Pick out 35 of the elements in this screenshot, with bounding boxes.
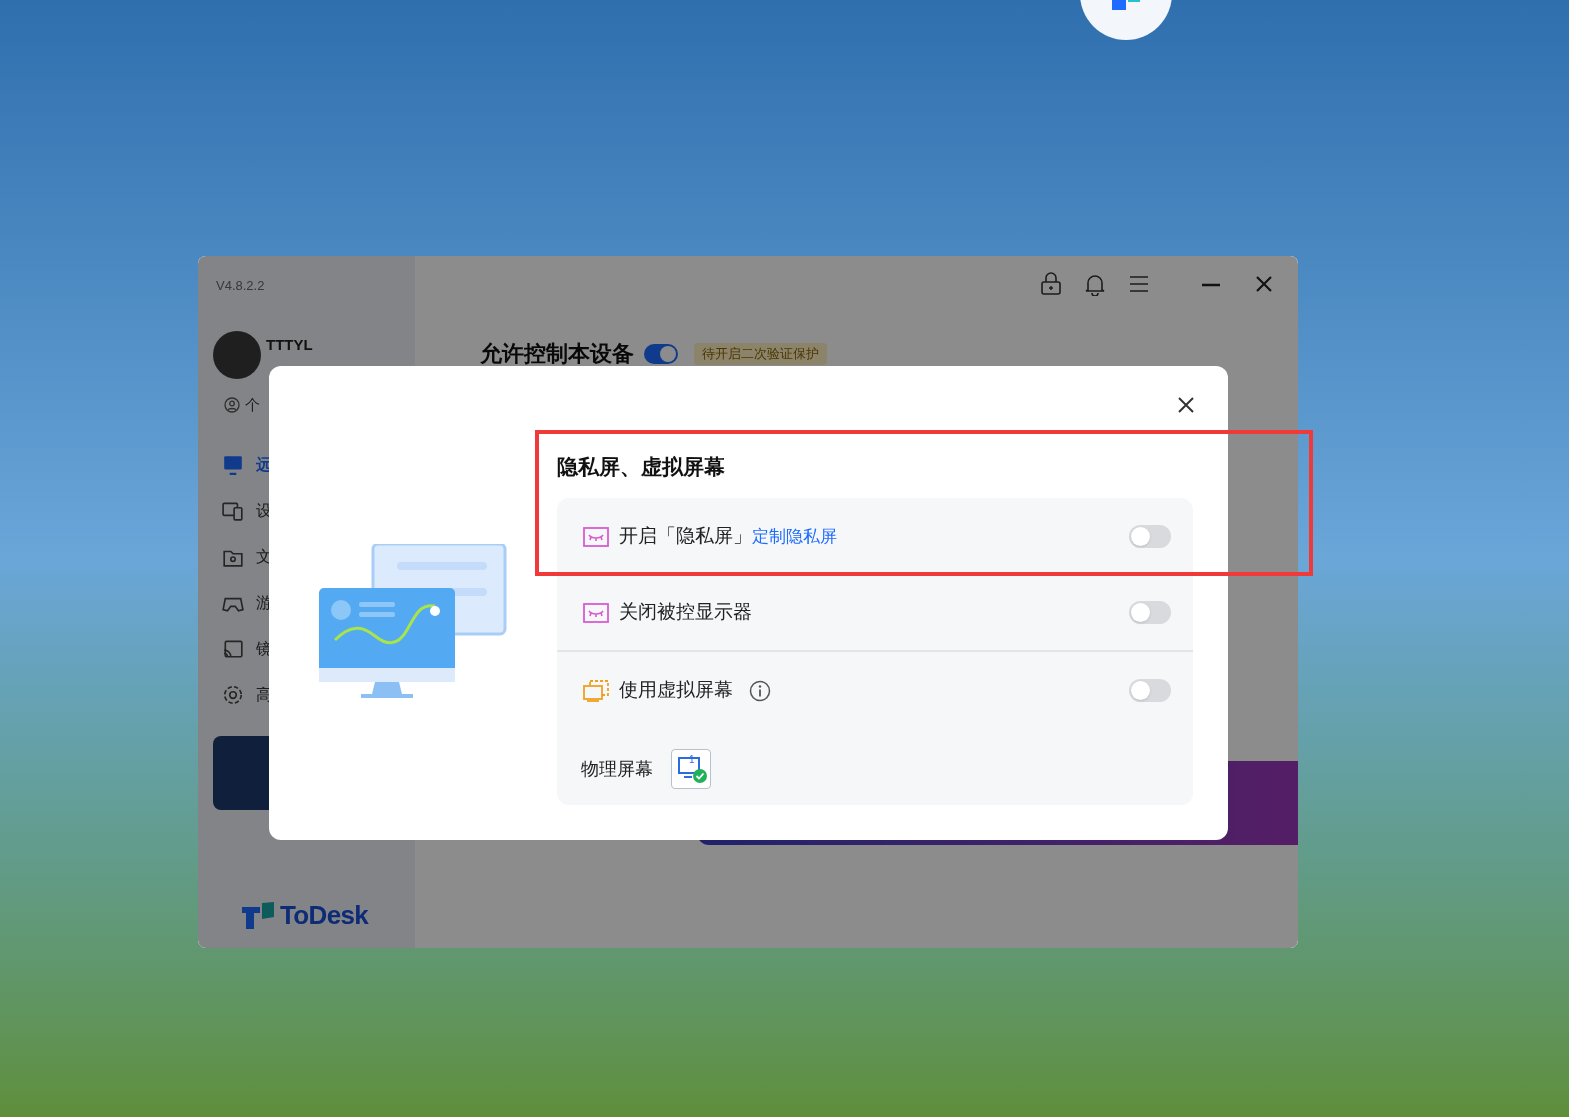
profile-icon <box>224 397 240 413</box>
toggle-switch[interactable] <box>1129 601 1171 624</box>
profile-link[interactable]: 个 <box>245 394 260 417</box>
customize-link[interactable]: 定制隐私屏 <box>752 523 837 550</box>
option-label: 使用虚拟屏幕 <box>619 678 733 703</box>
screen-number: 1 <box>689 755 695 765</box>
screen-option[interactable]: 1 <box>671 749 711 789</box>
dialog-title: 隐私屏、虚拟屏幕 <box>557 454 726 480</box>
bell-icon[interactable] <box>1084 272 1106 296</box>
avatar-photo <box>213 331 261 379</box>
monitor-icon <box>222 454 244 476</box>
version-label: V4.8.2.2 <box>216 277 265 295</box>
brand-name: ToDesk <box>280 899 369 932</box>
closed-eye-icon <box>583 602 609 623</box>
lock-icon[interactable] <box>1040 272 1062 296</box>
toggle-switch[interactable] <box>1129 525 1171 548</box>
closed-eye-icon <box>583 526 609 547</box>
screens-icon <box>583 679 609 702</box>
section-title: 允许控制本设备 <box>480 342 634 366</box>
user-name: TTTYL <box>266 335 313 355</box>
gear-icon <box>222 684 244 706</box>
toggle-switch[interactable] <box>1129 679 1171 702</box>
check-icon <box>693 769 707 783</box>
close-icon[interactable] <box>1254 274 1274 294</box>
physical-screen-label: 物理屏幕 <box>581 757 653 781</box>
menu-icon[interactable] <box>1128 274 1150 294</box>
option-label: 开启「隐私屏」 <box>619 524 752 549</box>
allow-control-toggle[interactable] <box>644 344 678 364</box>
close-icon[interactable] <box>1177 396 1195 414</box>
brand-logo-icon <box>240 900 276 931</box>
devices-icon <box>222 500 244 522</box>
cast-icon <box>222 638 244 660</box>
info-icon[interactable] <box>749 679 771 702</box>
option-label: 关闭被控显示器 <box>619 600 752 625</box>
security-badge: 待开启二次验证保护 <box>694 343 827 365</box>
